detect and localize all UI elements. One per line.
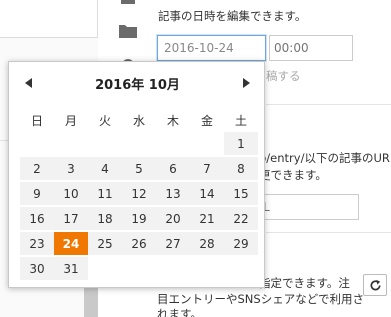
calendar-day[interactable]: 29 [224, 232, 258, 255]
weekday-label: 水 [132, 114, 145, 128]
calendar-day[interactable]: 16 [20, 207, 54, 230]
calendar-empty-cell [224, 257, 258, 280]
calendar-day[interactable]: 3 [54, 157, 88, 180]
calendar-empty-cell [88, 132, 122, 155]
calendar-day[interactable]: 4 [88, 157, 122, 180]
weekday-label: 金 [200, 114, 213, 128]
chevron-right-icon [243, 78, 250, 88]
weekday-label: 日 [30, 114, 43, 128]
calendar-day[interactable]: 8 [224, 157, 258, 180]
calendar-empty-cell [156, 132, 190, 155]
calendar-day[interactable]: 10 [54, 182, 88, 205]
calendar-day[interactable]: 11 [88, 182, 122, 205]
calendar-day[interactable]: 15 [224, 182, 258, 205]
section-divider [266, 104, 391, 105]
calendar-day[interactable]: 25 [88, 232, 122, 255]
calendar-week-row: 30 31 [20, 257, 258, 280]
edit-datetime-text: 記事の日時を編集できます。 [158, 9, 307, 23]
next-month-button[interactable] [238, 75, 254, 91]
calendar-day[interactable]: 18 [88, 207, 122, 230]
calendar-day[interactable]: 28 [190, 232, 224, 255]
calendar-day[interactable]: 20 [156, 207, 190, 230]
calendar-day[interactable]: 5 [122, 157, 156, 180]
weekday-label: 土 [234, 114, 247, 128]
calendar-empty-cell [190, 132, 224, 155]
calendar-day[interactable]: 31 [54, 257, 88, 280]
calendar-day[interactable]: 17 [54, 207, 88, 230]
weekday-label: 木 [166, 114, 179, 128]
calendar-empty-cell [156, 257, 190, 280]
refresh-button[interactable] [363, 274, 387, 296]
scrollbar-thumb[interactable] [84, 285, 98, 317]
calendar-day[interactable]: 30 [20, 257, 54, 280]
calendar-day[interactable]: 19 [122, 207, 156, 230]
editor-screen: 記事の日時を編集できます。 稿する p/entry/以下の記事のUR 更できます… [0, 0, 391, 317]
calendar-day[interactable]: 27 [156, 232, 190, 255]
url-description-line2: 更できます。 [259, 168, 327, 182]
calendar-day[interactable]: 26 [122, 232, 156, 255]
calendar-empty-cell [88, 257, 122, 280]
calendar-day[interactable]: 9 [20, 182, 54, 205]
calendar-empty-cell [54, 132, 88, 155]
calendar-day[interactable]: 23 [20, 232, 54, 255]
calendar-empty-cell [122, 257, 156, 280]
spec-description-line3: れます。 [157, 307, 202, 317]
calendar-week-row: 1 [20, 132, 258, 155]
calendar-day[interactable]: 7 [190, 157, 224, 180]
calendar-month-title: 2016年 10月 [95, 78, 180, 93]
date-input[interactable] [157, 35, 266, 61]
calendar-week-row: 9 10 11 12 13 14 15 [20, 182, 258, 205]
calendar-day[interactable]: 1 [224, 132, 258, 155]
calendar-empty-cell [190, 257, 224, 280]
url-description-line1: p/entry/以下の記事のUR [259, 151, 390, 165]
folder-icon[interactable] [114, 22, 142, 44]
calendar-day[interactable]: 2 [20, 157, 54, 180]
calendar-empty-cell [122, 132, 156, 155]
spec-description-line1: 指定できます。注 [259, 276, 350, 290]
calendar-day[interactable]: 14 [190, 182, 224, 205]
weekday-label: 火 [98, 114, 111, 128]
calendar-day[interactable]: 24 [54, 232, 88, 255]
spec-description-line2: 目エントリーやSNSシェアなどで利用さ [157, 292, 364, 306]
calendar-day[interactable]: 12 [122, 182, 156, 205]
calendar-day[interactable]: 6 [156, 157, 190, 180]
section-divider-2 [266, 232, 391, 233]
refresh-icon [370, 279, 381, 290]
calendar-empty-cell [20, 132, 54, 155]
calendar-week-row: 2345678 [20, 157, 258, 180]
toolbar-top-icon[interactable] [114, 0, 142, 8]
custom-url-input[interactable] [258, 194, 359, 220]
left-top-panel [0, 0, 98, 38]
calendar-day[interactable]: 13 [156, 182, 190, 205]
date-picker-popup: 2016年 10月 日 月 火 水 木 金 土 1 2 3 4 5 6 7 8 9 10 11 12 1… [8, 61, 265, 288]
calendar-day[interactable]: 21 [190, 207, 224, 230]
publish-hint-text: 稿する [266, 69, 301, 83]
calendar-day[interactable]: 22 [224, 207, 258, 230]
calendar-header: 2016年 10月 [9, 72, 266, 94]
time-input[interactable] [269, 35, 353, 61]
weekday-label: 月 [64, 114, 77, 128]
calendar-week-row: 16 17 18 19 20 21 22 [20, 207, 258, 230]
calendar-week-row: 23 24 25 26 27 28 29 [20, 232, 258, 255]
weekday-header-row: 日 月 火 水 木 金 土 [20, 112, 258, 129]
